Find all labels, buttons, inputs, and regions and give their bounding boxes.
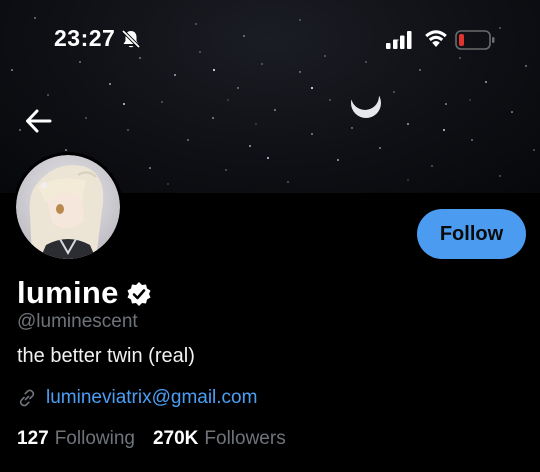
crescent-moon-icon	[351, 88, 381, 118]
followers-stat[interactable]: 270K Followers	[153, 428, 286, 450]
signal-icon	[386, 31, 412, 49]
following-stat[interactable]: 127 Following	[17, 428, 135, 450]
following-label: Following	[54, 428, 135, 449]
wifi-icon	[425, 30, 447, 47]
followers-count: 270K	[152, 428, 199, 449]
profile-link[interactable]: lumineviatrix@gmail.com	[46, 387, 257, 409]
handle: @luminescent	[17, 311, 138, 332]
following-count: 127	[17, 428, 49, 449]
profile-link-row: lumineviatrix@gmail.com	[17, 387, 257, 409]
avatar-image	[16, 155, 120, 259]
link-icon	[19, 389, 35, 407]
avatar[interactable]	[13, 152, 123, 262]
arrow-left-icon[interactable]	[24, 108, 54, 134]
verified-badge-icon	[127, 282, 151, 306]
followers-label: Followers	[204, 428, 286, 449]
battery-icon	[455, 30, 495, 50]
status-time: 23:27	[54, 25, 116, 51]
status-bar: 23:27	[0, 0, 540, 80]
name-row: lumine	[17, 275, 152, 311]
display-name: lumine	[17, 275, 119, 310]
bio: the better twin (real)	[17, 345, 195, 367]
follow-button[interactable]: Follow	[417, 209, 526, 259]
bell-slash-icon	[121, 29, 141, 49]
follow-stats: 127 Following 270K Followers	[17, 428, 304, 450]
